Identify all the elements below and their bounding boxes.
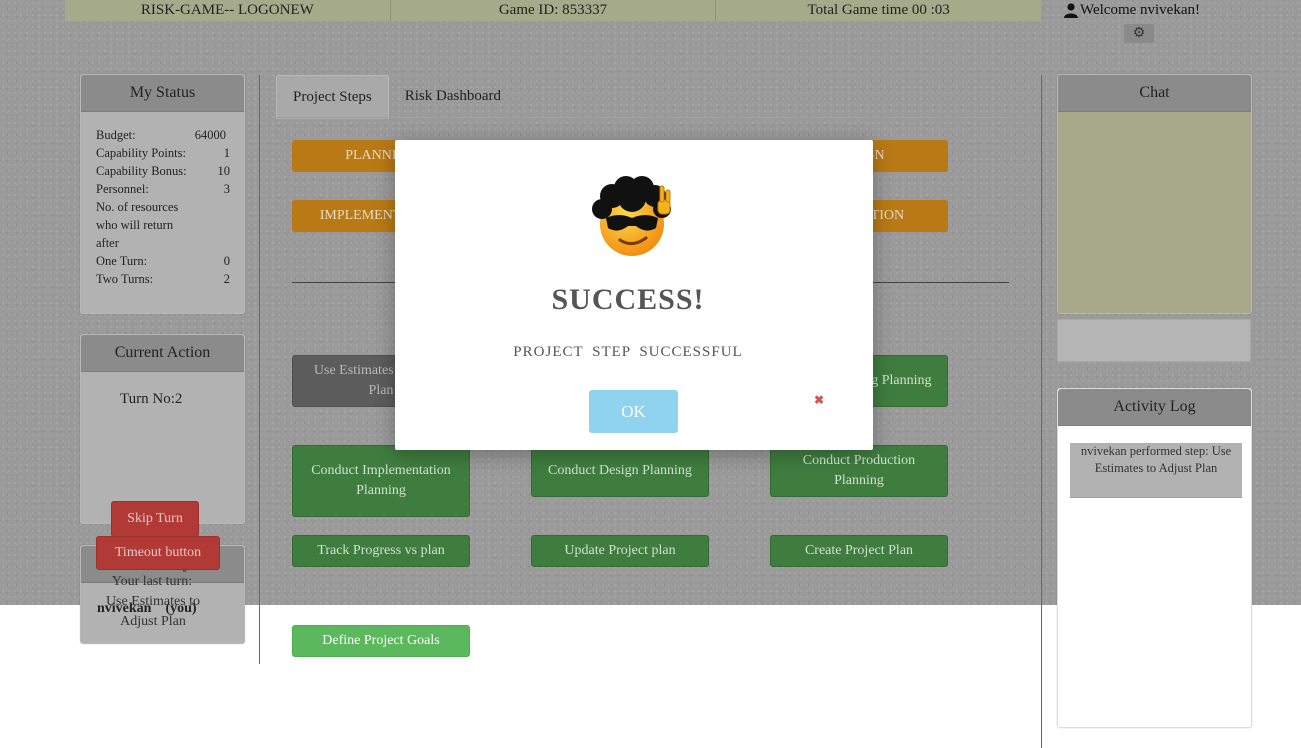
capability-bonus-row: Capability Bonus: 10 bbox=[96, 162, 230, 180]
total-game-time: Total Game time 00 :03 bbox=[715, 0, 1041, 21]
budget-value: 64000 bbox=[194, 128, 226, 142]
resources-label-line: who will return bbox=[96, 218, 174, 232]
personnel-value: 3 bbox=[223, 182, 230, 196]
chat-panel: Chat bbox=[1057, 74, 1252, 314]
capability-bonus-value: 10 bbox=[217, 164, 231, 178]
capability-points-row: Capability Points: 1 bbox=[96, 144, 230, 162]
one-turn-value: 0 bbox=[223, 254, 230, 268]
budget-row: Budget: 64000 bbox=[96, 126, 230, 144]
success-modal: SUCCESS! PROJECT STEP SUCCESSFUL OK ✖ bbox=[395, 140, 873, 450]
left-divider bbox=[259, 75, 260, 664]
tab-risk-dashboard[interactable]: Risk Dashboard bbox=[389, 75, 517, 118]
welcome-area: Welcome nvivekan! bbox=[1064, 2, 1200, 19]
conduct-production-planning-button[interactable]: Conduct Production Planning bbox=[770, 445, 948, 497]
budget-label: Budget: bbox=[96, 128, 136, 142]
current-action-panel: Current Action Turn No:2 bbox=[80, 334, 245, 524]
last-turn-value: Use Estimates to Adjust Plan bbox=[105, 594, 201, 629]
chat-title: Chat bbox=[1058, 75, 1251, 112]
personnel-row: Personnel: 3 bbox=[96, 180, 230, 198]
tab-project-steps[interactable]: Project Steps bbox=[276, 75, 389, 119]
resources-label: No. of resources who will return after bbox=[96, 198, 230, 252]
cool-emoji-icon bbox=[592, 176, 671, 256]
close-icon[interactable]: ✖ bbox=[814, 393, 824, 408]
define-project-goals-button[interactable]: Define Project Goals bbox=[292, 625, 470, 657]
current-action-title: Current Action bbox=[81, 335, 244, 372]
one-turn-row: One Turn: 0 bbox=[96, 252, 230, 270]
two-turns-row: Two Turns: 2 bbox=[96, 270, 230, 288]
welcome-text: Welcome nvivekan! bbox=[1080, 2, 1200, 18]
ok-button[interactable]: OK bbox=[589, 390, 678, 433]
modal-message: PROJECT STEP SUCCESSFUL bbox=[513, 344, 743, 360]
timeout-button[interactable]: Timeout button bbox=[96, 536, 220, 570]
one-turn-label: One Turn: bbox=[96, 254, 148, 268]
capability-bonus-label: Capability Bonus: bbox=[96, 164, 187, 178]
track-progress-button[interactable]: Track Progress vs plan bbox=[292, 535, 470, 567]
activity-log-entry: nvivekan performed step: Use Estimates t… bbox=[1070, 443, 1242, 498]
skip-turn-button[interactable]: Skip Turn bbox=[111, 501, 199, 537]
activity-log-title: Activity Log bbox=[1058, 389, 1251, 426]
top-bar: RISK-GAME-- LOGONEW Game ID: 853337 Tota… bbox=[65, 0, 1041, 21]
activity-log-panel: Activity Log nvivekan performed step: Us… bbox=[1057, 388, 1252, 728]
settings-button[interactable]: ⚙ bbox=[1124, 24, 1154, 43]
create-project-plan-button[interactable]: Create Project Plan bbox=[770, 535, 948, 567]
personnel-label: Personnel: bbox=[96, 182, 149, 196]
chat-input[interactable] bbox=[1057, 319, 1251, 362]
two-turns-value: 2 bbox=[223, 272, 230, 286]
update-project-plan-button[interactable]: Update Project plan bbox=[531, 535, 709, 567]
capability-points-value: 1 bbox=[223, 146, 230, 160]
turn-number: Turn No:2 bbox=[120, 391, 183, 407]
right-divider bbox=[1041, 75, 1042, 748]
conduct-implementation-planning-button[interactable]: Conduct Implementation Planning bbox=[292, 445, 470, 517]
two-turns-label: Two Turns: bbox=[96, 272, 154, 286]
resources-label-line: after bbox=[96, 236, 119, 250]
last-turn-info: Your last turn: Use Estimates to Adjust … bbox=[96, 572, 208, 632]
conduct-design-planning-button[interactable]: Conduct Design Planning bbox=[531, 445, 709, 497]
resources-label-line: No. of resources bbox=[96, 200, 179, 214]
game-id: Game ID: 853337 bbox=[389, 0, 716, 21]
user-icon bbox=[1064, 3, 1078, 18]
my-status-title: My Status bbox=[81, 75, 244, 112]
app-title: RISK-GAME-- LOGONEW bbox=[140, 2, 314, 18]
gear-icon: ⚙ bbox=[1132, 26, 1146, 41]
modal-title: SUCCESS! bbox=[551, 283, 705, 316]
last-turn-label: Your last turn: bbox=[111, 574, 193, 589]
capability-points-label: Capability Points: bbox=[96, 146, 186, 160]
tab-bar: Project Steps Risk Dashboard bbox=[276, 75, 517, 119]
tab-underline bbox=[276, 117, 1036, 118]
my-status-panel: My Status Budget: 64000 Capability Point… bbox=[80, 74, 245, 314]
